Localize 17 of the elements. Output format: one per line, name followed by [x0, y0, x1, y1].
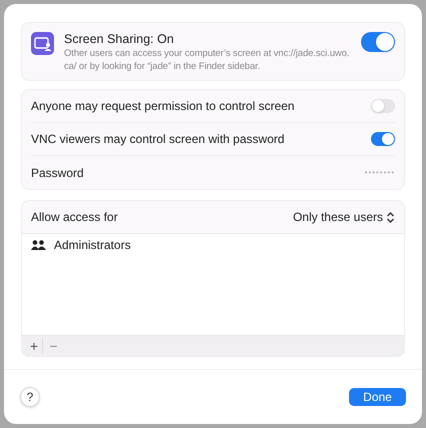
- updown-icon: [386, 210, 395, 224]
- password-label: Password: [31, 164, 84, 182]
- sharing-title: Screen Sharing: On: [64, 30, 175, 46]
- group-icon: [31, 240, 46, 250]
- sharing-description: Other users can access your computer’s screen at vnc://jade.sci.uwo.ca/ or by looking for “jade” in the Finder sidebar.: [64, 46, 350, 72]
- option-label: Anyone may request permission to control screen: [31, 98, 294, 115]
- access-label: Allow access for: [31, 209, 118, 226]
- toggle-switch[interactable]: [371, 132, 395, 146]
- option-label: VNC viewers may control screen with password: [31, 131, 284, 148]
- screen-sharing-icon: [31, 32, 54, 55]
- access-popup[interactable]: Only these users: [292, 208, 395, 226]
- user-name[interactable]: Administrators: [54, 236, 131, 254]
- help-button[interactable]: ?: [20, 387, 40, 407]
- toggle-switch[interactable]: [371, 99, 395, 113]
- toggle-switch[interactable]: [361, 32, 395, 52]
- add-button[interactable]: +: [26, 338, 43, 354]
- done-button[interactable]: Done: [349, 388, 406, 406]
